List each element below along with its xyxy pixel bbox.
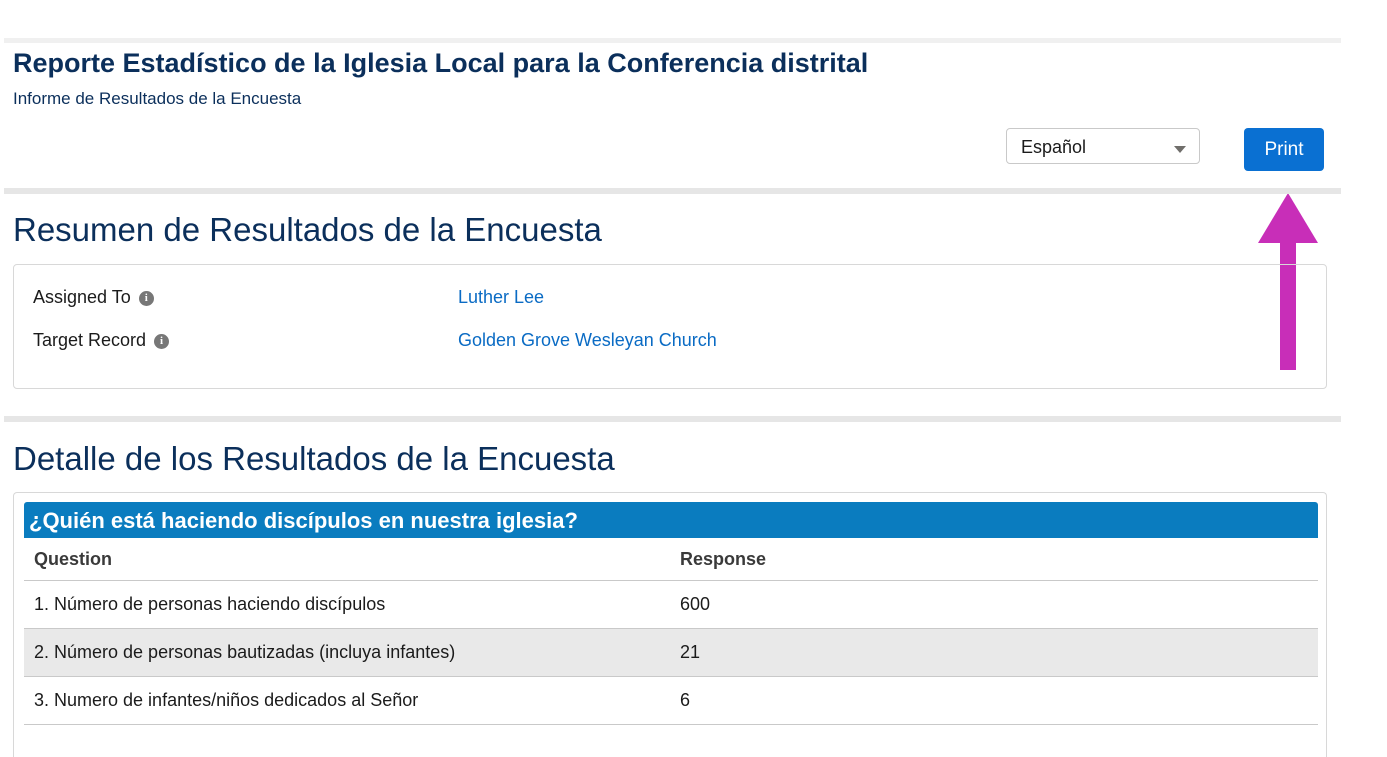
language-select[interactable]: Español [1006,128,1200,164]
table-header-row: Question Response [24,538,1318,581]
section-divider [4,416,1341,422]
language-select-value: Español [1021,137,1087,157]
assigned-to-link[interactable]: Luther Lee [458,287,544,308]
field-row-target-record: Target Record i Golden Grove Wesleyan Chu… [33,330,1293,356]
question-cell: 3. Numero de infantes/niños dedicados al… [34,690,419,710]
response-cell: 21 [680,642,701,662]
chevron-down-icon [1174,146,1186,153]
detail-card: ¿Quién está haciendo discípulos en nuest… [13,492,1327,757]
print-button[interactable]: Print [1244,128,1324,171]
info-icon[interactable]: i [154,333,170,349]
target-record-link[interactable]: Golden Grove Wesleyan Church [458,330,717,351]
field-row-assigned-to: Assigned To i Luther Lee [33,287,1293,313]
question-cell: 1. Número de personas haciendo discípulo… [34,594,386,614]
summary-title: Resumen de Resultados de la Encuesta [13,211,602,248]
page-title: Reporte Estadístico de la Iglesia Local … [13,48,869,78]
summary-card: Assigned To i Luther Lee Target Record i G… [13,264,1327,389]
results-table: Question Response 1. Número de personas … [24,538,1318,725]
detail-title: Detalle de los Resultados de la Encuesta [13,440,615,477]
response-cell: 6 [680,690,691,710]
top-divider [4,38,1341,43]
response-cell: 600 [680,594,711,614]
table-row: 3. Numero de infantes/niños dedicados al… [24,677,1318,725]
table-row: 1. Número de personas haciendo discípulo… [24,581,1318,629]
field-label: Target Record i [33,330,170,351]
section-divider [4,188,1341,194]
field-label: Assigned To i [33,287,154,308]
page-subtitle: Informe de Resultados de la Encuesta [13,89,302,108]
table-row: 2. Número de personas bautizadas (incluy… [24,629,1318,677]
question-cell: 2. Número de personas bautizadas (incluy… [34,642,456,662]
column-header-response: Response [680,549,767,569]
group-header: ¿Quién está haciendo discípulos en nuest… [24,502,1318,538]
info-icon[interactable]: i [138,290,154,306]
column-header-question: Question [34,549,113,569]
